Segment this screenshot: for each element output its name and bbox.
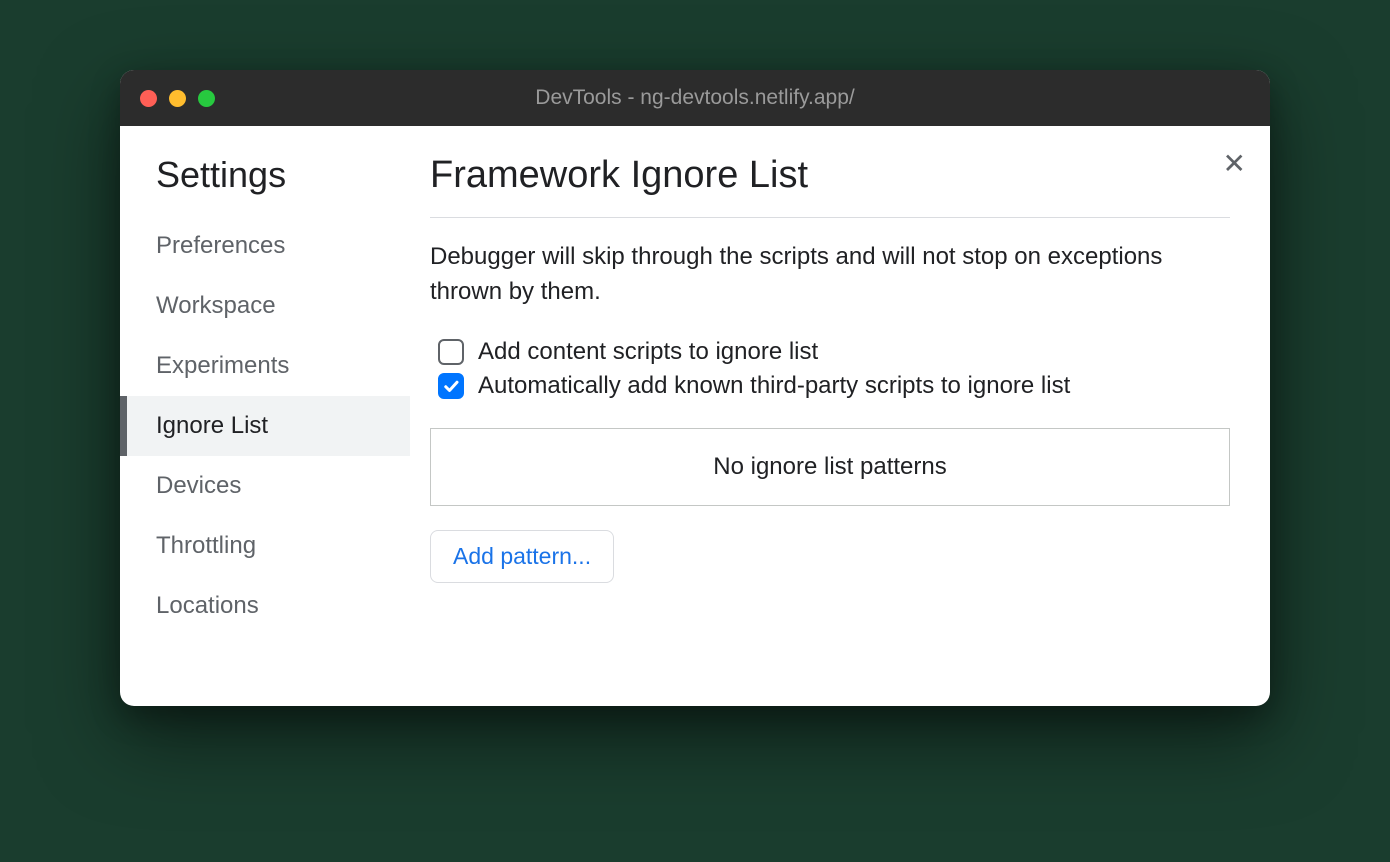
devtools-settings-window: DevTools - ng-devtools.netlify.app/ ✕ Se… [120, 70, 1270, 706]
sidebar-item-locations[interactable]: Locations [120, 576, 410, 636]
sidebar-item-label: Preferences [156, 232, 285, 259]
sidebar-item-label: Ignore List [156, 412, 268, 439]
page-description: Debugger will skip through the scripts a… [430, 240, 1230, 310]
sidebar-item-throttling[interactable]: Throttling [120, 516, 410, 576]
sidebar-item-label: Devices [156, 472, 241, 499]
add-pattern-button[interactable]: Add pattern... [430, 530, 614, 583]
minimize-window-button[interactable] [169, 90, 186, 107]
close-settings-button[interactable]: ✕ [1223, 150, 1246, 178]
settings-sidebar: Settings Preferences Workspace Experimen… [120, 126, 410, 706]
sidebar-title: Settings [120, 154, 410, 216]
checkbox-row-third-party: Automatically add known third-party scri… [430, 372, 1230, 400]
checkbox-label: Add content scripts to ignore list [478, 338, 818, 366]
checkbox-content-scripts[interactable] [438, 339, 464, 365]
traffic-lights [140, 90, 215, 107]
checkbox-row-content-scripts: Add content scripts to ignore list [430, 338, 1230, 366]
sidebar-item-devices[interactable]: Devices [120, 456, 410, 516]
window-title: DevTools - ng-devtools.netlify.app/ [535, 86, 854, 110]
patterns-empty-text: No ignore list patterns [713, 453, 946, 480]
checkmark-icon [442, 377, 460, 395]
sidebar-item-label: Throttling [156, 532, 256, 559]
sidebar-item-label: Locations [156, 592, 259, 619]
window-titlebar: DevTools - ng-devtools.netlify.app/ [120, 70, 1270, 126]
maximize-window-button[interactable] [198, 90, 215, 107]
close-window-button[interactable] [140, 90, 157, 107]
sidebar-item-label: Experiments [156, 352, 289, 379]
checkbox-third-party-scripts[interactable] [438, 373, 464, 399]
settings-content: ✕ Settings Preferences Workspace Experim… [120, 126, 1270, 706]
sidebar-item-preferences[interactable]: Preferences [120, 216, 410, 276]
sidebar-item-workspace[interactable]: Workspace [120, 276, 410, 336]
checkbox-label: Automatically add known third-party scri… [478, 372, 1070, 400]
sidebar-item-ignore-list[interactable]: Ignore List [120, 396, 410, 456]
settings-main: Framework Ignore List Debugger will skip… [410, 126, 1270, 706]
page-title: Framework Ignore List [430, 154, 1230, 218]
sidebar-item-experiments[interactable]: Experiments [120, 336, 410, 396]
sidebar-item-label: Workspace [156, 292, 276, 319]
ignore-list-patterns-box: No ignore list patterns [430, 428, 1230, 506]
